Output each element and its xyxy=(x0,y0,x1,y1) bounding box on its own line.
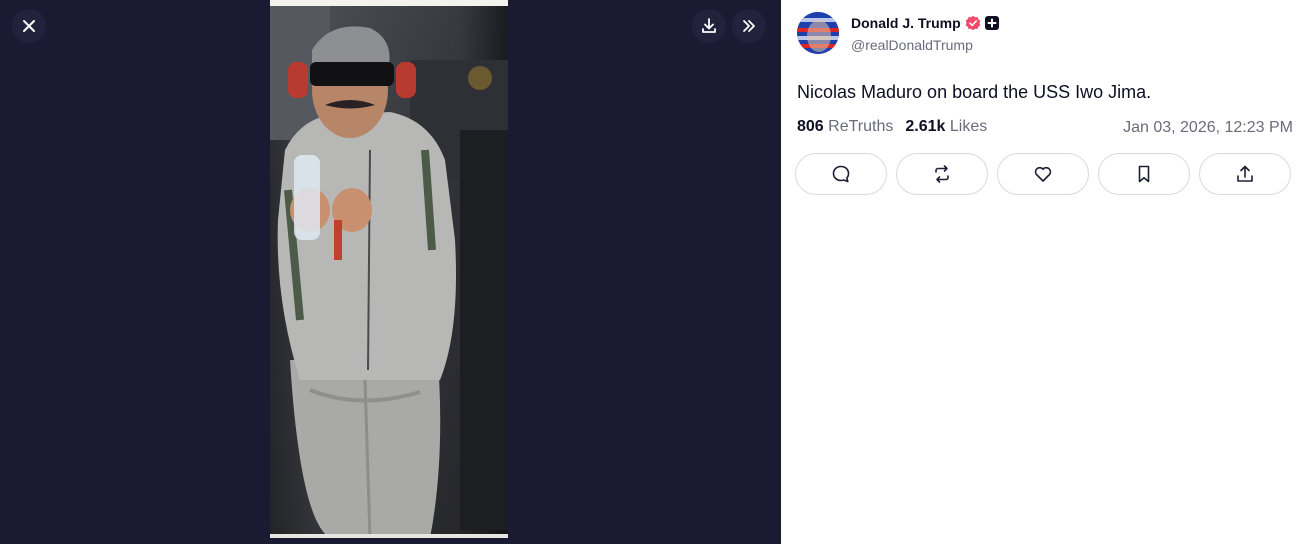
reply-button[interactable] xyxy=(795,153,887,195)
close-icon xyxy=(23,20,35,32)
bookmark-button[interactable] xyxy=(1098,153,1190,195)
like-icon xyxy=(1034,166,1052,182)
media-viewer xyxy=(0,0,781,544)
download-icon xyxy=(702,18,716,33)
retruth-button[interactable] xyxy=(896,153,988,195)
author-name-row: Donald J. Trump xyxy=(851,15,999,31)
post-timestamp[interactable]: Jan 03, 2026, 12:23 PM xyxy=(1123,119,1293,137)
avatar[interactable] xyxy=(797,12,839,54)
close-button[interactable] xyxy=(12,9,46,43)
plus-badge-icon xyxy=(984,16,999,30)
post-stats: 806 ReTruths 2.61k Likes xyxy=(797,118,987,136)
download-button[interactable] xyxy=(692,9,726,43)
media-image xyxy=(270,0,508,538)
bookmark-icon xyxy=(1138,165,1150,183)
post-text: Nicolas Maduro on board the USS Iwo Jima… xyxy=(797,82,1152,102)
likes-count: 2.61k xyxy=(905,118,946,135)
post-actions xyxy=(795,153,1291,195)
reply-icon xyxy=(832,165,850,183)
likes-stat[interactable]: 2.61k Likes xyxy=(905,118,987,136)
author-handle[interactable]: @realDonaldTrump xyxy=(851,37,973,53)
retruths-label: ReTruths xyxy=(828,118,894,135)
app-root: Donald J. Trump @realDonaldTrump Nicolas… xyxy=(0,0,1308,544)
author-name[interactable]: Donald J. Trump xyxy=(851,15,961,31)
verified-badge-icon xyxy=(965,15,980,31)
retruth-icon xyxy=(935,165,949,183)
chevrons-right-icon xyxy=(743,20,755,32)
likes-label: Likes xyxy=(949,118,988,135)
post-panel: Donald J. Trump @realDonaldTrump Nicolas… xyxy=(781,0,1308,544)
share-button[interactable] xyxy=(1199,153,1291,195)
retruths-count: 806 xyxy=(797,118,824,135)
share-icon xyxy=(1237,165,1253,182)
toggle-panel-button[interactable] xyxy=(732,9,766,43)
retruths-stat[interactable]: 806 ReTruths xyxy=(797,118,893,136)
like-button[interactable] xyxy=(997,153,1089,195)
